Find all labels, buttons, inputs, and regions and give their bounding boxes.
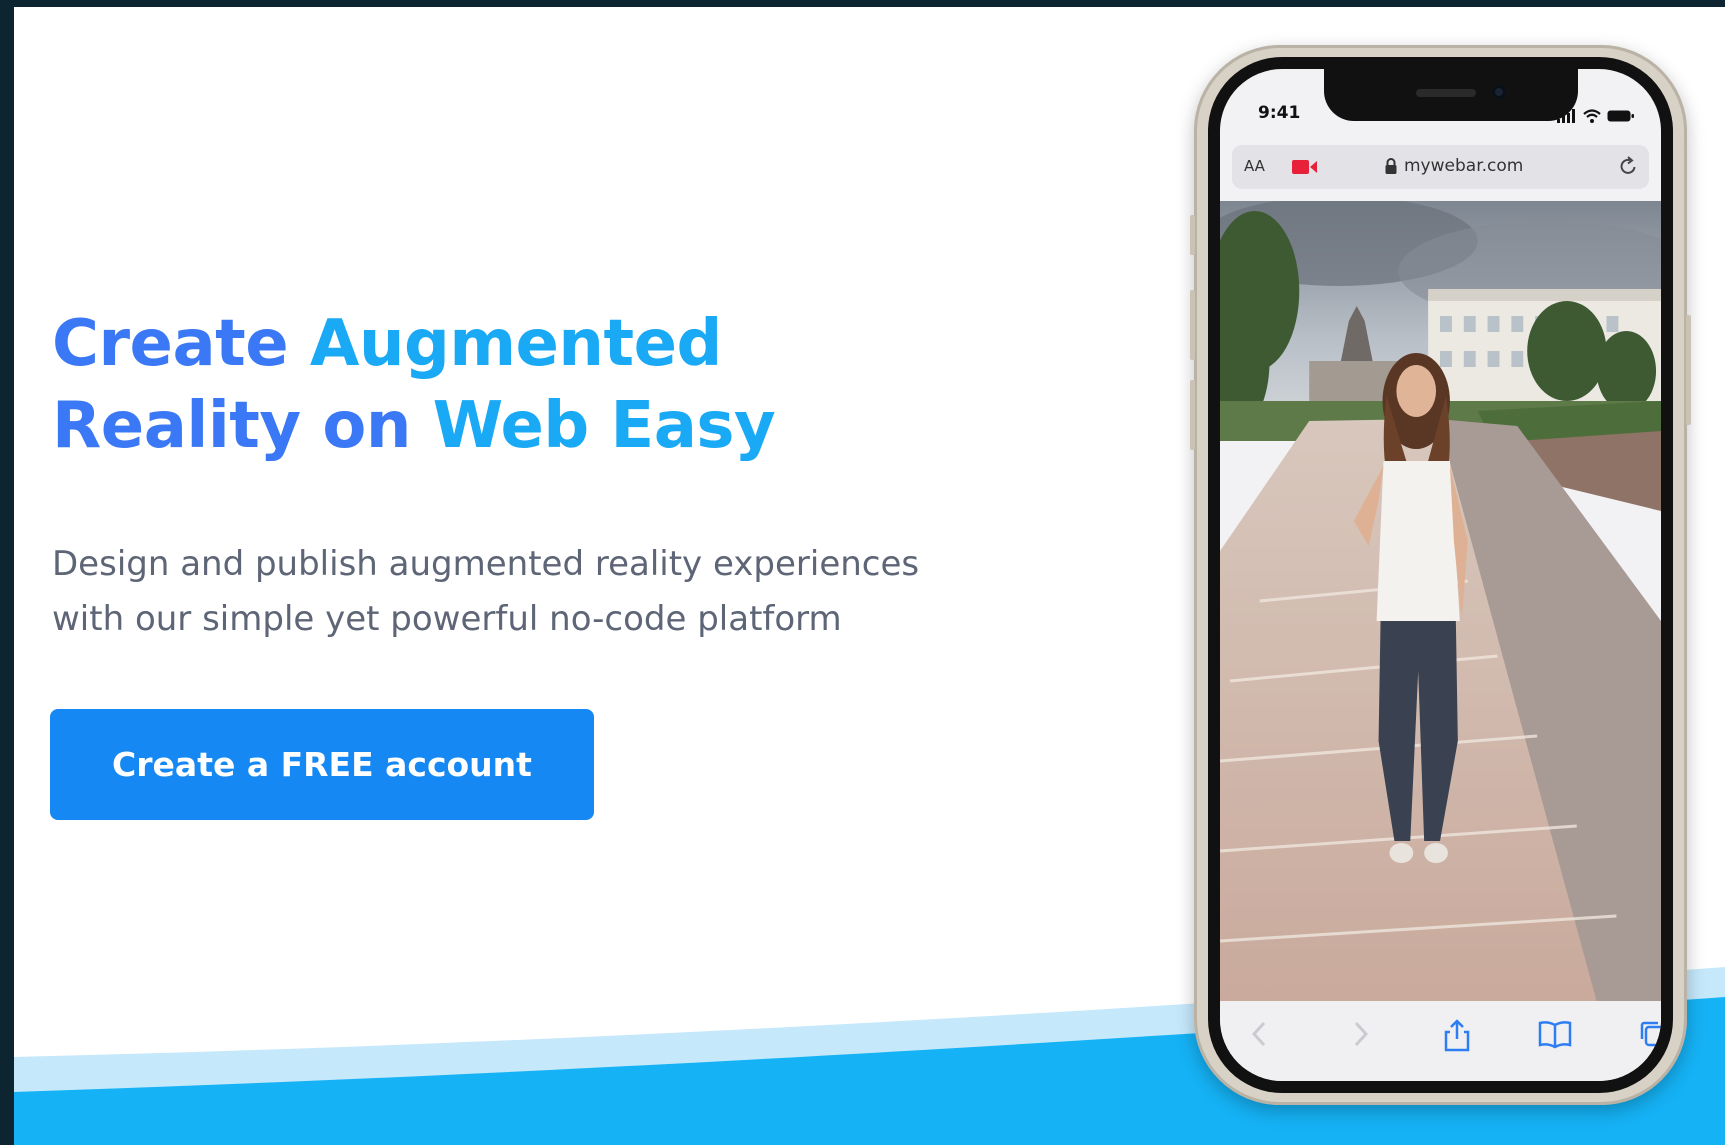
reload-icon[interactable] [1617,155,1639,177]
hero-subtitle: Design and publish augmented reality exp… [52,537,952,647]
subtitle-line-1: Design and publish augmented reality exp… [52,544,920,584]
status-icons [1557,105,1635,123]
tabs-icon[interactable] [1638,1019,1661,1049]
create-free-account-button[interactable]: Create a FREE account [50,709,594,820]
lock-icon [1385,158,1397,174]
phone-volume-up-button [1190,290,1195,360]
browser-url-bar[interactable]: AA mywebar.com [1232,145,1649,189]
phone-screen: 9:41 AA mywebar.com [1220,69,1661,1081]
battery-icon [1607,110,1634,122]
recording-camera-icon[interactable] [1292,159,1318,175]
wifi-icon [1583,109,1601,123]
back-icon[interactable] [1248,1019,1272,1049]
phone-power-button [1686,315,1691,425]
share-icon[interactable] [1442,1019,1472,1053]
browser-toolbar [1220,1001,1661,1081]
phone-volume-down-button [1190,380,1195,450]
phone-side-button [1190,215,1195,255]
phone-notch [1324,69,1578,121]
forward-icon[interactable] [1348,1019,1372,1049]
phone-mockup: 9:41 AA mywebar.com [1190,45,1691,1105]
hero-title: Create Augmented Reality on Web Easy [52,303,776,467]
signal-icon [1557,109,1575,123]
hero-section: Create Augmented Reality on Web Easy Des… [14,7,1725,1145]
text-size-button[interactable]: AA [1244,157,1265,175]
bookmarks-icon[interactable] [1538,1019,1572,1049]
ar-scene-preview [1220,201,1661,1001]
url-text[interactable]: mywebar.com [1404,156,1523,176]
phone-bezel: 9:41 AA mywebar.com [1208,57,1673,1093]
title-part-augmented: Augmented [309,307,722,381]
speaker-grille [1416,89,1476,97]
title-part-web-easy: Web Easy [432,389,776,463]
status-time: 9:41 [1258,103,1301,123]
front-camera [1492,85,1506,99]
title-part-create: Create [52,307,310,381]
subtitle-line-2: with our simple yet powerful no-code pla… [52,599,842,639]
title-part-reality: Reality on [52,389,433,463]
